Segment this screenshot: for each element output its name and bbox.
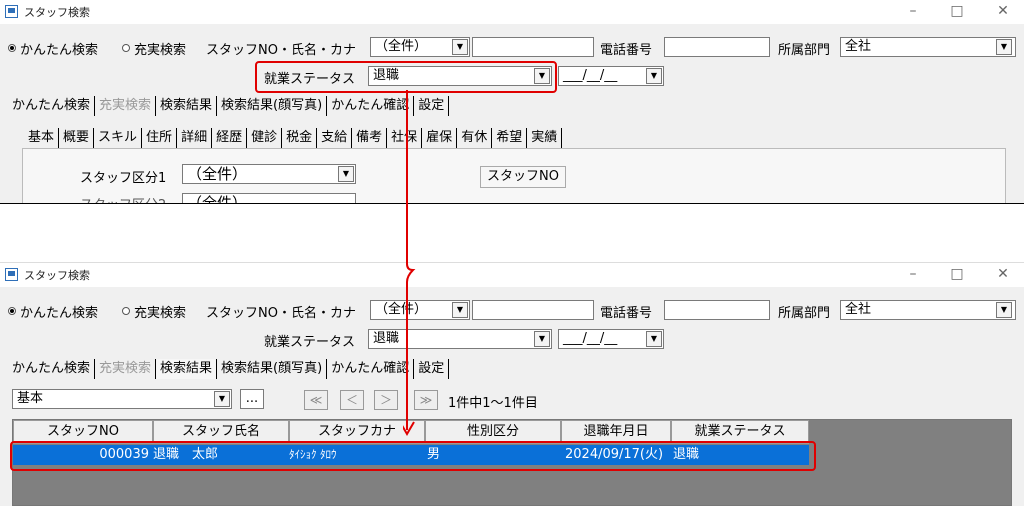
title-bar: スタッフ検索 – □ ✕ [0,0,1024,24]
prev-page-icon[interactable]: ＜ [340,390,364,410]
staff-search-input[interactable] [472,37,594,57]
chevron-down-icon[interactable]: ▼ [646,331,662,347]
chevron-down-icon[interactable]: ▼ [338,166,354,182]
staff-no-list-header[interactable]: スタッフNO [480,166,566,188]
result-row-highlight-box [10,441,816,471]
employment-status-value: 退職 [373,331,400,346]
chevron-down-icon[interactable]: ▼ [214,391,230,407]
inner-tab[interactable]: 税金 [282,128,318,148]
main-tab-bar: かんたん検索 充実検索 検索結果 検索結果(顔写真) かんたん確認 設定 [8,96,450,118]
chevron-down-icon[interactable]: ▼ [534,331,550,347]
phone-label: 電話番号 [600,43,653,58]
maximize-icon[interactable]: □ [942,2,972,22]
inner-tab[interactable]: 概要 [59,128,95,148]
more-options-button[interactable]: ... [240,389,264,409]
tab-simple-search[interactable]: かんたん検索 [8,359,96,379]
staff-type-label: スタッフ区分1 [80,171,167,186]
full-search-label: 充実検索 [134,306,187,321]
tab-quick-check[interactable]: かんたん確認 [327,359,415,379]
inner-tab[interactable]: スキル [94,128,143,148]
tab-search-results[interactable]: 検索結果 [156,359,218,379]
chevron-down-icon[interactable]: ▼ [996,39,1012,55]
close-icon[interactable]: ✕ [988,2,1018,22]
department-label: 所属部門 [778,43,831,58]
date-value: ___/__/__ [563,68,618,83]
staff-filter-value: （全件） [375,39,428,54]
department-value: 全社 [845,302,872,317]
title-bar: スタッフ検索 – □ ✕ [0,263,1024,287]
tab-full-search[interactable]: 充実検索 [95,359,157,379]
inner-tab[interactable]: 希望 [492,128,528,148]
inner-tab[interactable]: 経歴 [212,128,248,148]
department-label: 所属部門 [778,306,831,321]
minimize-icon[interactable]: – [898,265,928,285]
inner-tab[interactable]: 住所 [142,128,178,148]
result-count: 1件中1～1件目 [448,396,538,411]
results-view-select[interactable]: 基本 [12,389,232,409]
inner-tab[interactable]: 実績 [527,128,563,148]
department-select[interactable]: 全社 [840,37,1016,57]
highlight-connector-arrow [403,90,421,442]
phone-input[interactable] [664,300,770,320]
date-value: ___/__/__ [563,331,618,346]
chevron-down-icon[interactable]: ▼ [996,302,1012,318]
simple-search-label: かんたん検索 [20,43,99,58]
next-page-icon[interactable]: ＞ [374,390,398,410]
full-search-radio[interactable] [122,307,130,315]
inner-tab[interactable]: 健診 [247,128,283,148]
simple-search-radio[interactable] [8,44,16,52]
tab-search-results-photo[interactable]: 検索結果(顔写真) [217,359,328,379]
staff-search-input[interactable] [472,300,594,320]
employment-status-select[interactable]: 退職 [368,329,552,349]
chevron-down-icon[interactable]: ▼ [452,39,468,55]
simple-search-label: かんたん検索 [20,306,99,321]
chevron-down-icon[interactable]: ▼ [646,68,662,84]
inner-tab[interactable]: 雇保 [422,128,458,148]
inner-tab[interactable]: 支給 [317,128,353,148]
chevron-down-icon[interactable]: ▼ [452,302,468,318]
results-view-value: 基本 [17,391,44,406]
status-highlight-box [255,61,557,93]
minimize-icon[interactable]: – [898,2,928,22]
app-icon [5,5,18,18]
employment-status-label: 就業ステータス [264,335,356,350]
first-page-icon[interactable]: ≪ [304,390,328,410]
inner-tab[interactable]: 備考 [352,128,388,148]
close-icon[interactable]: ✕ [988,265,1018,285]
staff-type-value: （全件） [187,165,248,183]
maximize-icon[interactable]: □ [942,265,972,285]
tab-search-results[interactable]: 検索結果 [156,96,218,116]
detail-tab-bar: 基本 概要 スキル 住所 詳細 経歴 健診 税金 支給 備考 社保 雇保 有休 希望 実績 [24,128,563,150]
staff-type2-value: （全件） [187,194,248,204]
simple-search-radio[interactable] [8,307,16,315]
staff-type2-label: スタッフ区分2 [80,194,166,203]
tab-simple-search[interactable]: かんたん検索 [8,96,96,116]
phone-label: 電話番号 [600,306,653,321]
tab-full-search[interactable]: 充実検索 [95,96,157,116]
department-value: 全社 [845,39,872,54]
full-search-radio[interactable] [122,44,130,52]
full-search-label: 充実検索 [134,43,187,58]
window-title: スタッフ検索 [24,269,90,282]
staff-type2-select[interactable]: （全件） [182,193,356,204]
tab-quick-check[interactable]: かんたん確認 [327,96,415,116]
upper-search-window: スタッフ検索 – □ ✕ かんたん検索 充実検索 スタッフNO・氏名・カナ （全… [0,0,1024,204]
tab-search-results-photo[interactable]: 検索結果(顔写真) [217,96,328,116]
staff-search-label: スタッフNO・氏名・カナ [206,306,356,321]
window-title: スタッフ検索 [24,6,90,19]
inner-tab[interactable]: 基本 [24,128,60,148]
staff-search-label: スタッフNO・氏名・カナ [206,43,356,58]
inner-tab[interactable]: 詳細 [177,128,213,148]
app-icon [5,268,18,281]
department-select[interactable]: 全社 [840,300,1016,320]
staff-type-select[interactable]: （全件） [182,164,356,184]
inner-tab[interactable]: 有休 [457,128,493,148]
main-tab-bar: かんたん検索 充実検索 検索結果 検索結果(顔写真) かんたん確認 設定 [8,359,450,381]
phone-input[interactable] [664,37,770,57]
